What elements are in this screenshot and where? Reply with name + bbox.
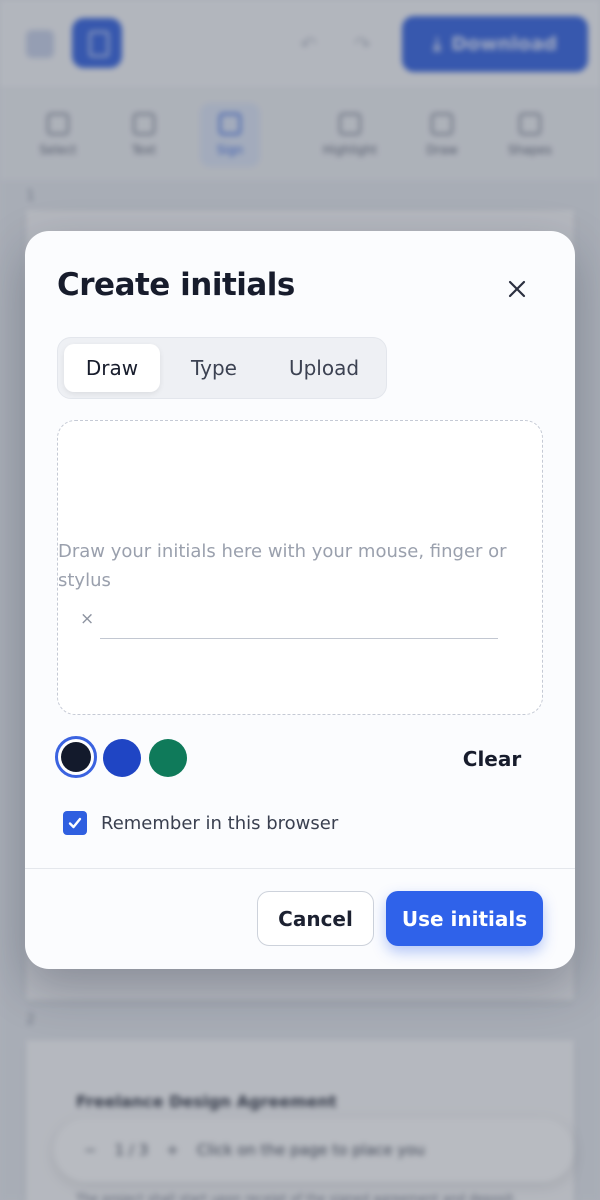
- close-icon: [508, 280, 526, 298]
- drawing-canvas[interactable]: Draw your initials here with your mouse,…: [57, 420, 543, 715]
- clear-button[interactable]: Clear: [450, 743, 534, 775]
- check-icon: [68, 817, 82, 829]
- tab-upload[interactable]: Upload: [268, 344, 380, 392]
- baseline-x-mark: ×: [80, 609, 95, 629]
- remember-checkbox[interactable]: [63, 811, 87, 835]
- create-initials-dialog: Create initials Draw Type Upload Draw yo…: [25, 231, 575, 969]
- tab-draw[interactable]: Draw: [64, 344, 160, 392]
- color-dot: [61, 742, 91, 772]
- color-swatch-green[interactable]: [149, 739, 187, 777]
- dialog-title: Create initials: [57, 267, 295, 303]
- close-button[interactable]: [499, 271, 535, 307]
- canvas-hint: Draw your initials here with your mouse,…: [58, 541, 507, 591]
- footer-divider: [25, 868, 575, 869]
- tab-type[interactable]: Type: [166, 344, 262, 392]
- remember-label: Remember in this browser: [101, 812, 339, 834]
- remember-option[interactable]: Remember in this browser: [63, 811, 338, 835]
- color-swatch-blue[interactable]: [103, 739, 141, 777]
- cancel-button[interactable]: Cancel: [257, 891, 374, 946]
- signature-baseline: [100, 638, 498, 639]
- color-swatch-black[interactable]: [55, 736, 97, 778]
- input-mode-tabs: Draw Type Upload: [57, 337, 387, 399]
- use-initials-button[interactable]: Use initials: [386, 891, 543, 946]
